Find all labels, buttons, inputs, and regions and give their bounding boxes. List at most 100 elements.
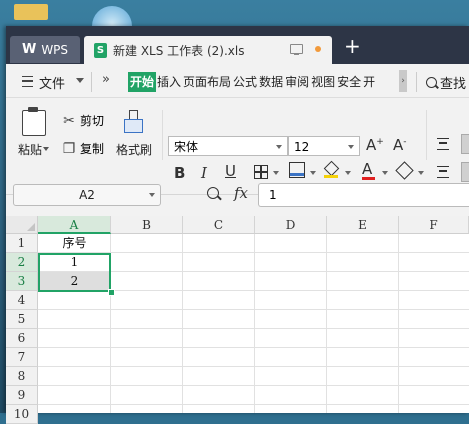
- chevron-down-icon: [348, 145, 354, 149]
- shrink-font-button[interactable]: A-: [393, 136, 407, 154]
- column-header-f[interactable]: F: [399, 216, 469, 234]
- grow-font-button[interactable]: A+: [366, 136, 384, 154]
- new-tab-button[interactable]: +: [344, 36, 361, 56]
- format-painter-label[interactable]: 格式刷: [116, 141, 152, 158]
- row-header-9[interactable]: 9: [6, 386, 38, 405]
- font-color-button[interactable]: A: [362, 160, 375, 180]
- home-toolbar: 粘贴 ✂ 剪切 ❐ 复制 格式刷 宋体 12 A+ A- B I U A: [6, 98, 469, 195]
- divider: [162, 110, 163, 160]
- row-header-6[interactable]: 6: [6, 329, 38, 348]
- font-name-value: 宋体: [174, 140, 199, 154]
- gridline: [398, 234, 399, 413]
- formula-input[interactable]: 1: [258, 183, 469, 207]
- gridline: [38, 347, 469, 348]
- borders-icon[interactable]: [254, 165, 268, 179]
- column-header-c[interactable]: C: [183, 216, 255, 234]
- tab-dev-truncated[interactable]: 开: [362, 72, 376, 92]
- chevron-down-icon[interactable]: [76, 78, 84, 83]
- fill-handle[interactable]: [108, 289, 115, 296]
- row-header-3[interactable]: 3: [6, 272, 38, 291]
- fx-icon[interactable]: fx: [234, 184, 248, 202]
- font-color-glyph: A: [362, 160, 373, 178]
- paste-dropdown-icon[interactable]: [43, 147, 49, 151]
- fill-color-icon[interactable]: [323, 160, 340, 178]
- column-header-e[interactable]: E: [327, 216, 399, 234]
- row-header-4[interactable]: 4: [6, 291, 38, 310]
- tab-scroll-right-button[interactable]: ›: [399, 70, 407, 92]
- cut-button[interactable]: ✂ 剪切: [62, 112, 104, 129]
- column-header-d[interactable]: D: [255, 216, 327, 234]
- italic-button[interactable]: I: [201, 164, 207, 182]
- name-box-value: A2: [79, 188, 95, 202]
- search-icon: [426, 77, 437, 88]
- gridline: [38, 366, 469, 367]
- clear-format-icon[interactable]: [395, 161, 414, 180]
- gridline: [182, 234, 183, 413]
- column-header-b[interactable]: B: [111, 216, 183, 234]
- file-menu-button[interactable]: 文件: [39, 73, 65, 92]
- align-top-icon[interactable]: [437, 138, 449, 150]
- tab-data[interactable]: 数据: [258, 72, 284, 92]
- column-header-a[interactable]: A: [38, 216, 111, 234]
- chevron-down-icon[interactable]: [345, 171, 351, 175]
- copy-button[interactable]: ❐ 复制: [62, 140, 104, 157]
- name-box[interactable]: A2: [13, 184, 161, 206]
- spreadsheet-grid[interactable]: A B C D E F 1 2 3 4 5 6 7 8 9 10 序号 1 2: [6, 216, 469, 424]
- title-bar: W WPS S 新建 XLS 工作表 (2).xls +: [6, 26, 469, 64]
- tab-review[interactable]: 审阅: [284, 72, 310, 92]
- paste-button-label[interactable]: 粘贴: [18, 141, 42, 158]
- tab-view[interactable]: 视图: [310, 72, 336, 92]
- unsaved-dot-icon: [315, 46, 321, 52]
- desktop-folder-icon: [14, 4, 48, 20]
- font-color-bar: [362, 177, 375, 180]
- paste-icon[interactable]: [22, 107, 46, 136]
- spreadsheet-icon: S: [94, 42, 107, 58]
- table-style-icon[interactable]: [289, 162, 305, 178]
- font-size-select[interactable]: 12: [288, 136, 360, 156]
- chevron-down-icon[interactable]: [418, 171, 424, 175]
- zoom-icon[interactable]: [207, 187, 219, 199]
- align-center-icon[interactable]: [461, 162, 469, 182]
- tab-security[interactable]: 安全: [336, 72, 362, 92]
- font-size-value: 12: [294, 140, 310, 154]
- gridline: [38, 385, 469, 386]
- chevron-down-icon[interactable]: [310, 171, 316, 175]
- tab-page-layout[interactable]: 页面布局: [182, 72, 232, 92]
- document-tab[interactable]: S 新建 XLS 工作表 (2).xls: [84, 36, 332, 64]
- search-button[interactable]: 查找: [426, 73, 466, 92]
- formula-value: 1: [269, 188, 277, 202]
- divider: [416, 72, 417, 92]
- gridline: [254, 234, 255, 413]
- divider: [426, 110, 427, 160]
- hamburger-icon[interactable]: [22, 76, 33, 87]
- chevron-down-icon: [276, 145, 282, 149]
- align-middle-icon[interactable]: [461, 134, 469, 154]
- chevron-down-icon: [149, 193, 155, 197]
- row-header-2[interactable]: 2: [6, 253, 38, 272]
- row-header-1[interactable]: 1: [6, 234, 38, 253]
- font-name-select[interactable]: 宋体: [168, 136, 288, 156]
- underline-button[interactable]: U: [225, 162, 236, 180]
- row-header-7[interactable]: 7: [6, 348, 38, 367]
- cell-a1[interactable]: 序号: [38, 234, 111, 253]
- format-painter-icon[interactable]: [124, 110, 143, 133]
- row-header-5[interactable]: 5: [6, 310, 38, 329]
- chevron-down-icon[interactable]: [273, 171, 279, 175]
- tab-formulas[interactable]: 公式: [232, 72, 258, 92]
- copy-icon: ❐: [62, 140, 76, 157]
- tab-insert[interactable]: 插入: [156, 72, 182, 92]
- divider: [91, 72, 92, 92]
- select-all-button[interactable]: [6, 216, 38, 234]
- row-header-10[interactable]: 10: [6, 405, 38, 424]
- bold-button[interactable]: B: [174, 164, 185, 182]
- scissors-icon: ✂: [63, 112, 75, 129]
- chevron-down-icon[interactable]: [382, 171, 388, 175]
- wps-home-tab[interactable]: W WPS: [10, 36, 80, 63]
- ribbon-tabs: 开始 插入 页面布局 公式 数据 审阅 视图 安全 开: [128, 72, 376, 92]
- row-header-8[interactable]: 8: [6, 367, 38, 386]
- more-menu-icon[interactable]: »: [102, 72, 110, 87]
- tab-home[interactable]: 开始: [128, 72, 157, 92]
- monitor-icon[interactable]: [290, 44, 303, 55]
- gridline: [326, 234, 327, 413]
- align-left-icon[interactable]: [437, 166, 449, 178]
